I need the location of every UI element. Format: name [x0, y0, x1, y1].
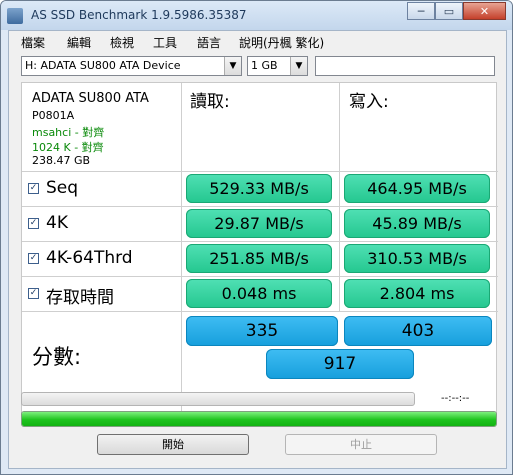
4k-64thrd-read-result: 251.85 MB/s — [186, 244, 332, 273]
title-bar[interactable]: AS SSD Benchmark 1.9.5986.35387 ─ ▭ ✕ — [1, 1, 512, 30]
alignment-status: 1024 K - 對齊 — [32, 141, 104, 154]
access-time-write-result: 2.804 ms — [344, 279, 490, 308]
write-score: 403 — [344, 316, 492, 346]
window-title: AS SSD Benchmark 1.9.5986.35387 — [31, 8, 247, 22]
4k-64thrd-label: 4K-64Thrd — [46, 248, 133, 268]
elapsed-time: --:--:-- — [441, 393, 470, 404]
seq-write-result: 464.95 MB/s — [344, 174, 490, 203]
access-time-checkbox[interactable]: ✓ — [28, 288, 39, 299]
driver-status: msahci - 對齊 — [32, 126, 105, 139]
menu-edit[interactable]: 編輯 — [67, 34, 91, 51]
drive-select-value: H: ADATA SU800 ATA Device — [25, 59, 181, 72]
total-score: 917 — [266, 349, 414, 379]
maximize-button[interactable]: ▭ — [435, 2, 463, 20]
size-select-value: 1 GB — [251, 59, 278, 72]
4k-64thrd-checkbox[interactable]: ✓ — [28, 253, 39, 264]
grid-divider — [22, 171, 498, 172]
4k-checkbox[interactable]: ✓ — [28, 218, 39, 229]
app-window: AS SSD Benchmark 1.9.5986.35387 ─ ▭ ✕ 檔案… — [0, 0, 513, 475]
access-time-label: 存取時間 — [46, 288, 114, 308]
menu-bar: 檔案 編輯 檢視 工具 語言 說明(丹楓 繁化) — [9, 31, 506, 51]
access-time-read-result: 0.048 ms — [186, 279, 332, 308]
client-area: 檔案 編輯 檢視 工具 語言 說明(丹楓 繁化) H: ADATA SU800 … — [8, 30, 507, 469]
write-column-header: 寫入: — [349, 92, 389, 112]
chevron-down-icon[interactable]: ▼ — [290, 57, 307, 75]
overall-progress-bar — [21, 411, 497, 427]
grid-divider — [22, 311, 498, 312]
size-select[interactable]: 1 GB ▼ — [247, 56, 308, 76]
menu-help[interactable]: 說明(丹楓 繁化) — [239, 34, 324, 51]
menu-view[interactable]: 檢視 — [110, 34, 134, 51]
overall-progress-fill — [22, 412, 496, 426]
grid-divider — [22, 276, 498, 277]
stop-button[interactable]: 中止 — [285, 434, 437, 455]
drive-firmware: P0801A — [32, 109, 75, 122]
grid-divider — [181, 83, 182, 425]
drive-model: ADATA SU800 ATA — [32, 91, 149, 106]
app-icon — [7, 8, 23, 24]
test-progress-bar — [21, 392, 415, 406]
read-score: 335 — [186, 316, 338, 346]
start-button[interactable]: 開始 — [97, 434, 249, 455]
seq-checkbox[interactable]: ✓ — [28, 183, 39, 194]
close-button[interactable]: ✕ — [463, 2, 506, 20]
score-label: 分數: — [32, 345, 82, 369]
seq-read-result: 529.33 MB/s — [186, 174, 332, 203]
drive-select[interactable]: H: ADATA SU800 ATA Device ▼ — [21, 56, 242, 76]
drive-capacity: 238.47 GB — [32, 154, 91, 167]
grid-divider — [22, 206, 498, 207]
menu-tools[interactable]: 工具 — [153, 34, 177, 51]
menu-file[interactable]: 檔案 — [21, 34, 45, 51]
4k-64thrd-write-result: 310.53 MB/s — [344, 244, 490, 273]
grid-divider — [22, 241, 498, 242]
menu-language[interactable]: 語言 — [197, 34, 221, 51]
chevron-down-icon[interactable]: ▼ — [224, 57, 241, 75]
4k-write-result: 45.89 MB/s — [344, 209, 490, 238]
read-column-header: 讀取: — [190, 92, 230, 112]
seq-label: Seq — [46, 178, 79, 198]
4k-label: 4K — [46, 213, 68, 233]
minimize-button[interactable]: ─ — [407, 2, 435, 20]
results-grid: ADATA SU800 ATA P0801A msahci - 對齊 1024 … — [21, 82, 498, 425]
notes-input[interactable] — [315, 56, 495, 76]
4k-read-result: 29.87 MB/s — [186, 209, 332, 238]
